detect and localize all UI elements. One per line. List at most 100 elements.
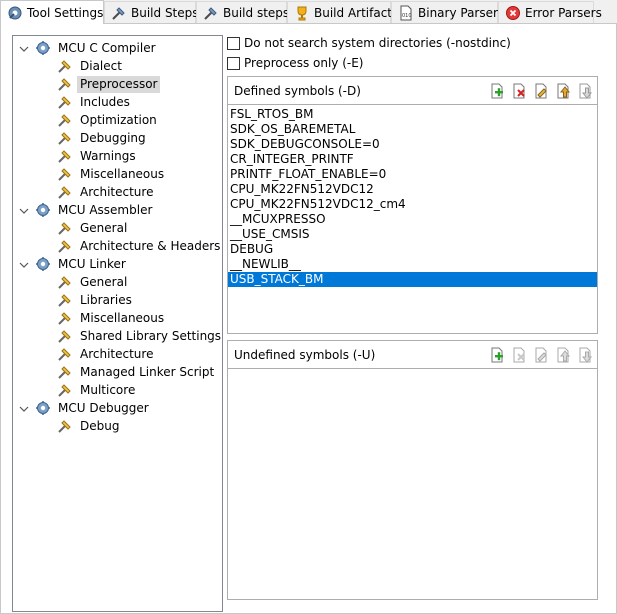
tab-build-artifact[interactable]: Build Artifact [287, 1, 392, 23]
edit-icon[interactable] [533, 347, 549, 363]
defined-symbol-item[interactable]: CR_INTEGER_PRINTF [228, 152, 597, 167]
tree-item[interactable]: Includes [57, 93, 133, 111]
tab-label: Binary Parsers [418, 5, 505, 20]
move-down-icon[interactable] [577, 347, 593, 363]
tree-item-label: Miscellaneous [80, 310, 165, 325]
defined-symbol-item[interactable]: __MCUXPRESSO [228, 212, 597, 227]
tree-group[interactable]: MCU Debugger [19, 399, 152, 417]
move-up-icon[interactable] [555, 347, 571, 363]
settings-tree[interactable]: MCU C Compiler Dialect Preprocessor Include… [12, 35, 223, 612]
tree-item[interactable]: Warnings [57, 147, 139, 165]
tree-item-label: Optimization [80, 112, 157, 127]
tool-option-icon [57, 292, 73, 308]
chevron-down-icon[interactable] [19, 205, 29, 215]
add-icon[interactable] [489, 347, 505, 363]
defined-symbol-item[interactable]: PRINTF_FLOAT_ENABLE=0 [228, 167, 597, 182]
tree-item-label: Includes [80, 94, 130, 109]
tree-item[interactable]: Managed Linker Script [57, 363, 217, 381]
defined-symbols-group: Defined symbols (-D) FSL_RTOS_BM SDK_OS_… [227, 76, 598, 334]
tree-item-label: Shared Library Settings [80, 328, 222, 343]
tool-group-icon [35, 202, 51, 218]
chevron-down-icon[interactable] [19, 43, 29, 53]
defined-symbols-title: Defined symbols (-D) [234, 84, 361, 98]
tab-build-steps[interactable]: Build Steps [104, 1, 199, 23]
tree-item[interactable]: Debug [57, 417, 122, 435]
tree-item-label: Miscellaneous [80, 166, 165, 181]
tree-item[interactable]: General [57, 273, 130, 291]
nostdinc-option[interactable]: Do not search system directories (-nostd… [227, 35, 511, 51]
chevron-down-icon[interactable] [19, 403, 29, 413]
tree-group-label: MCU C Compiler [58, 40, 156, 55]
tree-item[interactable]: Dialect [57, 57, 125, 75]
tool-option-icon [57, 274, 73, 290]
delete-icon[interactable] [511, 83, 527, 99]
tool-group-icon [35, 40, 51, 56]
tree-item[interactable]: Libraries [57, 291, 135, 309]
tree-item[interactable]: Preprocessor [57, 75, 161, 93]
preprocess-only-option[interactable]: Preprocess only (-E) [227, 55, 363, 71]
preprocess-only-checkbox[interactable] [227, 56, 240, 70]
tree-item-label: Managed Linker Script [80, 364, 215, 379]
tree-item[interactable]: Miscellaneous [57, 309, 167, 327]
defined-symbol-item[interactable]: CPU_MK22FN512VDC12_cm4 [228, 197, 597, 212]
tab-binary-parsers[interactable]: 010 Binary Parsers [391, 1, 504, 23]
tab-label: Tool Settings [27, 5, 104, 20]
tab-label: Build Steps [131, 5, 199, 20]
delete-icon[interactable] [511, 347, 527, 363]
move-up-icon[interactable] [555, 83, 571, 99]
tab-error-parsers[interactable]: Error Parsers [498, 1, 602, 23]
defined-symbol-item[interactable]: __USE_CMSIS [228, 227, 597, 242]
tree-item[interactable]: Debugging [57, 129, 149, 147]
tool-option-icon [57, 148, 73, 164]
tree-item[interactable]: Architecture [57, 345, 156, 363]
tree-group[interactable]: MCU Linker [19, 255, 129, 273]
tool-option-icon [57, 76, 73, 92]
defined-symbol-item[interactable]: SDK_OS_BAREMETAL [228, 122, 597, 137]
undefined-symbols-toolbar [489, 347, 593, 363]
tab-bar: Tool Settings Build Steps Build steps Bu… [0, 0, 617, 24]
defined-symbol-item[interactable]: SDK_DEBUGCONSOLE=0 [228, 137, 597, 152]
defined-symbols-list[interactable]: FSL_RTOS_BM SDK_OS_BAREMETAL SDK_DEBUGCONS… [228, 105, 597, 287]
tree-item[interactable]: General [57, 219, 130, 237]
tree-item[interactable]: Architecture [57, 183, 156, 201]
tree-item[interactable]: Optimization [57, 111, 160, 129]
tree-group-label: MCU Assembler [58, 202, 153, 217]
tool-option-icon [57, 328, 73, 344]
svg-text:010: 010 [402, 13, 412, 19]
undefined-symbols-group: Undefined symbols (-U) [227, 340, 598, 600]
tool-option-icon [57, 346, 73, 362]
edit-icon[interactable] [533, 83, 549, 99]
defined-symbol-item[interactable]: DEBUG [228, 242, 597, 257]
defined-symbol-item[interactable]: FSL_RTOS_BM [228, 107, 597, 122]
tool-option-icon [57, 58, 73, 74]
tool-option-icon [57, 112, 73, 128]
tree-item[interactable]: Miscellaneous [57, 165, 167, 183]
tree-group[interactable]: MCU Assembler [19, 201, 155, 219]
nostdinc-checkbox[interactable] [227, 36, 240, 50]
move-down-icon[interactable] [577, 83, 593, 99]
add-icon[interactable] [489, 83, 505, 99]
tree-group[interactable]: MCU C Compiler [19, 39, 159, 57]
undefined-symbols-header: Undefined symbols (-U) [228, 341, 597, 369]
tree-item[interactable]: Shared Library Settings [57, 327, 224, 345]
tool-group-icon [35, 400, 51, 416]
defined-symbol-item[interactable]: USB_STACK_BM [228, 272, 597, 287]
tree-item-label: Dialect [80, 58, 122, 73]
preprocess-only-label: Preprocess only (-E) [244, 56, 364, 70]
tool-settings-panel: MCU C Compiler Dialect Preprocessor Include… [0, 24, 617, 614]
tab-build-steps-2[interactable]: Build steps [196, 1, 290, 23]
tab-label: Build steps [223, 5, 290, 20]
tab-tool-settings[interactable]: Tool Settings [0, 0, 104, 24]
tool-option-icon [57, 220, 73, 236]
tree-item-label: Libraries [80, 292, 132, 307]
tree-item[interactable]: Multicore [57, 381, 138, 399]
tool-option-icon [57, 238, 73, 254]
defined-symbol-item[interactable]: __NEWLIB__ [228, 257, 597, 272]
tree-group-label: MCU Linker [58, 256, 126, 271]
tree-item[interactable]: Architecture & Headers [57, 237, 223, 255]
chevron-down-icon[interactable] [19, 259, 29, 269]
tool-option-icon [57, 166, 73, 182]
tool-option-icon [57, 418, 73, 434]
defined-symbol-item[interactable]: CPU_MK22FN512VDC12 [228, 182, 597, 197]
tree-group-label: MCU Debugger [58, 400, 149, 415]
